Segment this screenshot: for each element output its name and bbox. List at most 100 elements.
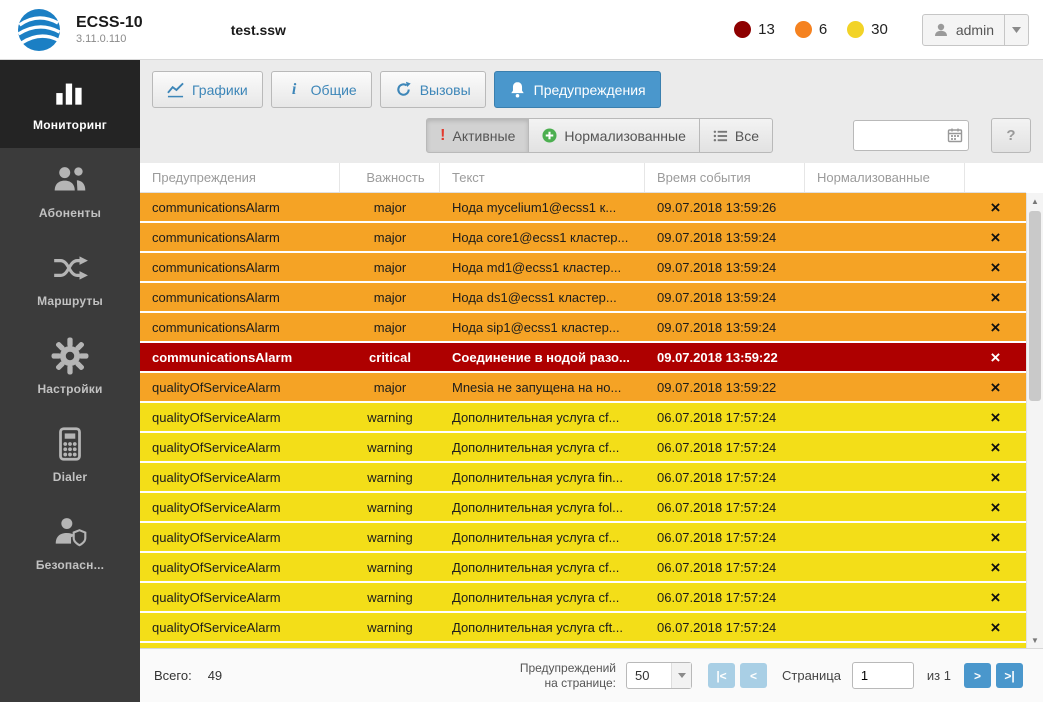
table-row[interactable]: communicationsAlarm major Нода md1@ecss1… bbox=[140, 253, 1026, 281]
filter-label: Нормализованные bbox=[564, 128, 686, 144]
scroll-up-arrow[interactable]: ▲ bbox=[1027, 193, 1043, 209]
sidebar-item-routes[interactable]: Маршруты bbox=[0, 236, 140, 324]
tab-alarms[interactable]: Предупреждения bbox=[494, 71, 661, 108]
close-icon[interactable]: × bbox=[991, 589, 1001, 606]
alarm-time: 06.07.2018 17:57:24 bbox=[645, 523, 805, 551]
scrollbar-thumb[interactable] bbox=[1029, 211, 1041, 401]
table-row[interactable]: communicationsAlarm major Нода ds1@ecss1… bbox=[140, 283, 1026, 311]
table-row[interactable]: qualityOfServiceAlarm warning Дополнител… bbox=[140, 583, 1026, 611]
sidebar-item-subscribers[interactable]: Абоненты bbox=[0, 148, 140, 236]
table-row[interactable]: qualityOfServiceAlarm warning Дополнител… bbox=[140, 493, 1026, 521]
table-row[interactable]: communicationsAlarm major Нода mycelium1… bbox=[140, 193, 1026, 221]
tab-charts[interactable]: Графики bbox=[152, 71, 263, 108]
alarm-severity: warning bbox=[340, 613, 440, 641]
alarm-severity: warning bbox=[340, 523, 440, 551]
tab-calls[interactable]: Вызовы bbox=[380, 71, 486, 108]
column-header-severity: Важность bbox=[340, 163, 440, 192]
alarm-name: communicationsAlarm bbox=[140, 283, 340, 311]
column-header-actions bbox=[965, 163, 1026, 192]
next-page-button[interactable]: > bbox=[964, 663, 991, 688]
table-row[interactable]: qualityOfServiceAlarm warning Дополнител… bbox=[140, 613, 1026, 641]
filter-normalized-button[interactable]: Нормализованные bbox=[528, 118, 700, 153]
alarm-normalized bbox=[805, 433, 965, 461]
close-icon[interactable]: × bbox=[991, 259, 1001, 276]
alarm-text: Дополнительная услуга fin... bbox=[440, 643, 645, 648]
per-page-select[interactable]: 50 bbox=[626, 662, 692, 689]
close-icon[interactable]: × bbox=[991, 409, 1001, 426]
filter-label: Активные bbox=[452, 128, 515, 144]
alarm-severity: warning bbox=[340, 433, 440, 461]
table-row[interactable]: qualityOfServiceAlarm warning Дополнител… bbox=[140, 403, 1026, 431]
table-row[interactable]: communicationsAlarm major Нода sip1@ecss… bbox=[140, 313, 1026, 341]
close-icon[interactable]: × bbox=[991, 529, 1001, 546]
alarm-text: Соединение в нодой разо... bbox=[440, 343, 645, 371]
column-header-time: Время события bbox=[645, 163, 805, 192]
table-row[interactable]: qualityOfServiceAlarm warning Дополнител… bbox=[140, 433, 1026, 461]
alarm-normalized bbox=[805, 613, 965, 641]
alarm-severity: major bbox=[340, 253, 440, 281]
close-icon[interactable]: × bbox=[991, 439, 1001, 456]
chevron-down-icon[interactable] bbox=[1004, 15, 1028, 45]
alarm-text: Дополнительная услуга fol... bbox=[440, 493, 645, 521]
close-icon[interactable]: × bbox=[991, 319, 1001, 336]
calendar-icon[interactable] bbox=[947, 127, 963, 143]
dialer-icon bbox=[50, 425, 90, 463]
close-icon[interactable]: × bbox=[991, 199, 1001, 216]
tab-general[interactable]: i Общие bbox=[271, 71, 372, 108]
view-tabs: Графики i Общие Вызовы bbox=[140, 60, 1043, 116]
close-icon[interactable]: × bbox=[991, 289, 1001, 306]
filter-all-button[interactable]: Все bbox=[699, 118, 773, 153]
table-row[interactable]: qualityOfServiceAlarm warning Дополнител… bbox=[140, 643, 1026, 648]
last-page-button[interactable]: >| bbox=[996, 663, 1023, 688]
table-row[interactable]: qualityOfServiceAlarm major Mnesia не за… bbox=[140, 373, 1026, 401]
help-button[interactable]: ? bbox=[991, 118, 1031, 153]
close-icon[interactable]: × bbox=[991, 379, 1001, 396]
document-tab[interactable]: test.ssw bbox=[221, 16, 296, 44]
page-number-input[interactable] bbox=[852, 662, 914, 689]
alarm-time: 09.07.2018 13:59:24 bbox=[645, 223, 805, 251]
table-row[interactable]: qualityOfServiceAlarm warning Дополнител… bbox=[140, 463, 1026, 491]
sidebar-item-monitoring[interactable]: Мониторинг bbox=[0, 60, 140, 148]
topbar: ECSS-10 3.11.0.110 test.ssw 13 6 30 bbox=[0, 0, 1043, 60]
alarm-severity: warning bbox=[340, 643, 440, 648]
app-root: ECSS-10 3.11.0.110 test.ssw 13 6 30 bbox=[0, 0, 1043, 702]
filter-group: ! Активные Нормализованные bbox=[426, 118, 773, 153]
scroll-down-arrow[interactable]: ▼ bbox=[1027, 632, 1043, 648]
alarm-time: 06.07.2018 17:57:24 bbox=[645, 463, 805, 491]
close-icon[interactable]: × bbox=[991, 499, 1001, 516]
alarm-severity: major bbox=[340, 313, 440, 341]
alarm-name: qualityOfServiceAlarm bbox=[140, 493, 340, 521]
first-page-button[interactable]: |< bbox=[708, 663, 735, 688]
sidebar-item-settings[interactable]: Настройки bbox=[0, 324, 140, 412]
warning-counter-dot bbox=[847, 21, 864, 38]
chevron-down-icon bbox=[671, 663, 691, 688]
table-row[interactable]: qualityOfServiceAlarm warning Дополнител… bbox=[140, 553, 1026, 581]
prev-page-button[interactable]: < bbox=[740, 663, 767, 688]
eltex-logo bbox=[16, 7, 62, 53]
table-scrollbar[interactable]: ▲ ▼ bbox=[1026, 193, 1043, 648]
sidebar-item-dialer[interactable]: Dialer bbox=[0, 412, 140, 500]
alarm-normalized bbox=[805, 283, 965, 311]
close-icon[interactable]: × bbox=[991, 619, 1001, 636]
alarm-counters: 13 6 30 bbox=[734, 21, 888, 38]
close-icon[interactable]: × bbox=[991, 229, 1001, 246]
alarm-text: Дополнительная услуга cft... bbox=[440, 613, 645, 641]
table-row[interactable]: communicationsAlarm critical Соединение … bbox=[140, 343, 1026, 371]
close-icon[interactable]: × bbox=[991, 559, 1001, 576]
close-icon[interactable]: × bbox=[991, 469, 1001, 486]
sidebar-item-label: Безопасн... bbox=[36, 558, 104, 572]
table-row[interactable]: communicationsAlarm major Нода core1@ecs… bbox=[140, 223, 1026, 251]
bell-icon bbox=[509, 81, 526, 98]
user-menu[interactable]: admin bbox=[922, 14, 1029, 46]
alarm-text: Нода ds1@ecss1 кластер... bbox=[440, 283, 645, 311]
close-icon[interactable]: × bbox=[991, 349, 1001, 366]
table-footer: Всего: 49 Предупреждений на странице: 50… bbox=[140, 648, 1043, 702]
alarm-normalized bbox=[805, 343, 965, 371]
column-header-normalized: Нормализованные bbox=[805, 163, 965, 192]
main-content: Графики i Общие Вызовы bbox=[140, 60, 1043, 702]
filter-active-button[interactable]: ! Активные bbox=[426, 118, 529, 153]
table-row[interactable]: qualityOfServiceAlarm warning Дополнител… bbox=[140, 523, 1026, 551]
alarm-normalized bbox=[805, 523, 965, 551]
alarm-normalized bbox=[805, 403, 965, 431]
sidebar-item-security[interactable]: Безопасн... bbox=[0, 500, 140, 588]
